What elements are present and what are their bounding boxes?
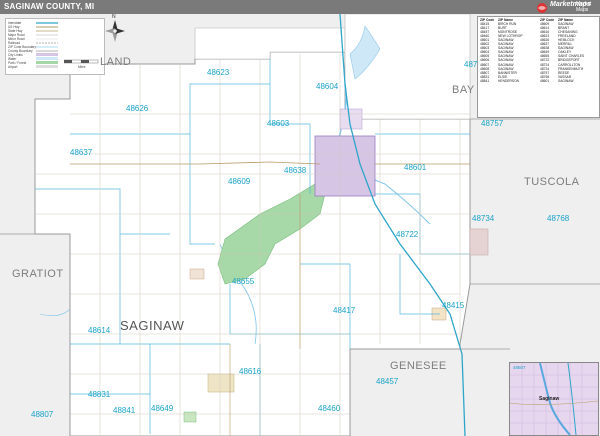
county-label-bay: BAY [452,84,475,96]
zip-table-cell: 48841 [480,78,490,83]
zip-label: 48623 [207,68,230,77]
zip-label: 48609 [228,177,251,186]
logo-globe-icon [537,3,547,13]
publisher-logo: Marketmaps Market Maps [536,1,598,13]
zip-label: 48415 [442,301,465,310]
zip-label: 48457 [376,377,399,386]
zip-label: 48768 [547,214,570,223]
north-arrow-icon: N [104,14,126,44]
st-charles-area [189,268,205,280]
logo-subtext: Market Maps [576,1,592,13]
inset-zip-label: 48607 [513,365,526,370]
zip-table-cell: CARROLLTON [558,62,581,67]
county-label-tuscola: TUSCOLA [524,176,580,188]
map-frame: SAGINAW COUNTY, MI Marketmaps Market Map… [0,0,600,436]
zip-label: 48757 [481,119,504,128]
inset-city-label: Saginaw [539,396,560,402]
zip-label: 48460 [318,404,341,413]
zip-table-col-code-a: ZIP Code 48415 48417 48457 48460 48601 4… [480,18,494,83]
zip-label: 48603 [267,119,290,128]
zip-table-cell: SAGINAW [558,78,574,83]
zip-table-col-code-b: ZIP Code 48609 48614 48616 48623 48626 4… [540,18,554,83]
zip-label: 48417 [333,306,356,315]
title-bar: SAGINAW COUNTY, MI Marketmaps Market Map… [0,0,600,14]
zip-label: 48604 [316,82,339,91]
legend-row: Airport [8,65,18,69]
compass-label: N [112,14,116,20]
zip-label: 48831 [88,390,111,399]
zip-label: 48649 [151,404,174,413]
zip-table-col-name-a: ZIP Name BIRCH RUN BURT MONTROSE NEW LOT… [498,18,523,83]
county-label-genesee: GENESEE [390,360,447,372]
zip-table-col-name-b: ZIP Name SAGINAW BRANT CHESANING FREELAN… [558,18,584,83]
zip-code-table: ZIP Code 48415 48417 48457 48460 48601 4… [477,16,600,118]
zip-label: 48638 [284,166,307,175]
scale-label: Miles [78,65,86,69]
zip-label: 48807 [31,410,54,419]
saginaw-inset-map: 48607 Saginaw [509,362,599,436]
map-legend: Interstate US Hwy State Hwy Major Road M… [5,18,105,75]
saginaw-city-limits [314,135,376,197]
zip-label: 48734 [472,214,495,223]
county-label-gratiot: GRATIOT [12,268,64,280]
zip-label: 48601 [404,163,427,172]
frankenmuth-area [469,228,489,256]
county-label-bay-west: LAND [100,56,132,68]
zip-table-cell: 48601 [540,78,550,83]
zip-label: 48841 [113,406,136,415]
legend-swatches [36,22,58,68]
zip-label: 48722 [396,230,419,239]
map-title: SAGINAW COUNTY, MI [4,2,95,11]
county-label-saginaw: SAGINAW [120,318,185,333]
zip-table-cell: HENDERSON [498,78,520,83]
zip-label: 48614 [88,326,111,335]
zip-label: 48616 [239,367,262,376]
park-south [183,411,197,423]
zip-label: 48655 [232,277,255,286]
zip-label: 48626 [126,104,149,113]
zip-label: 48637 [70,148,93,157]
